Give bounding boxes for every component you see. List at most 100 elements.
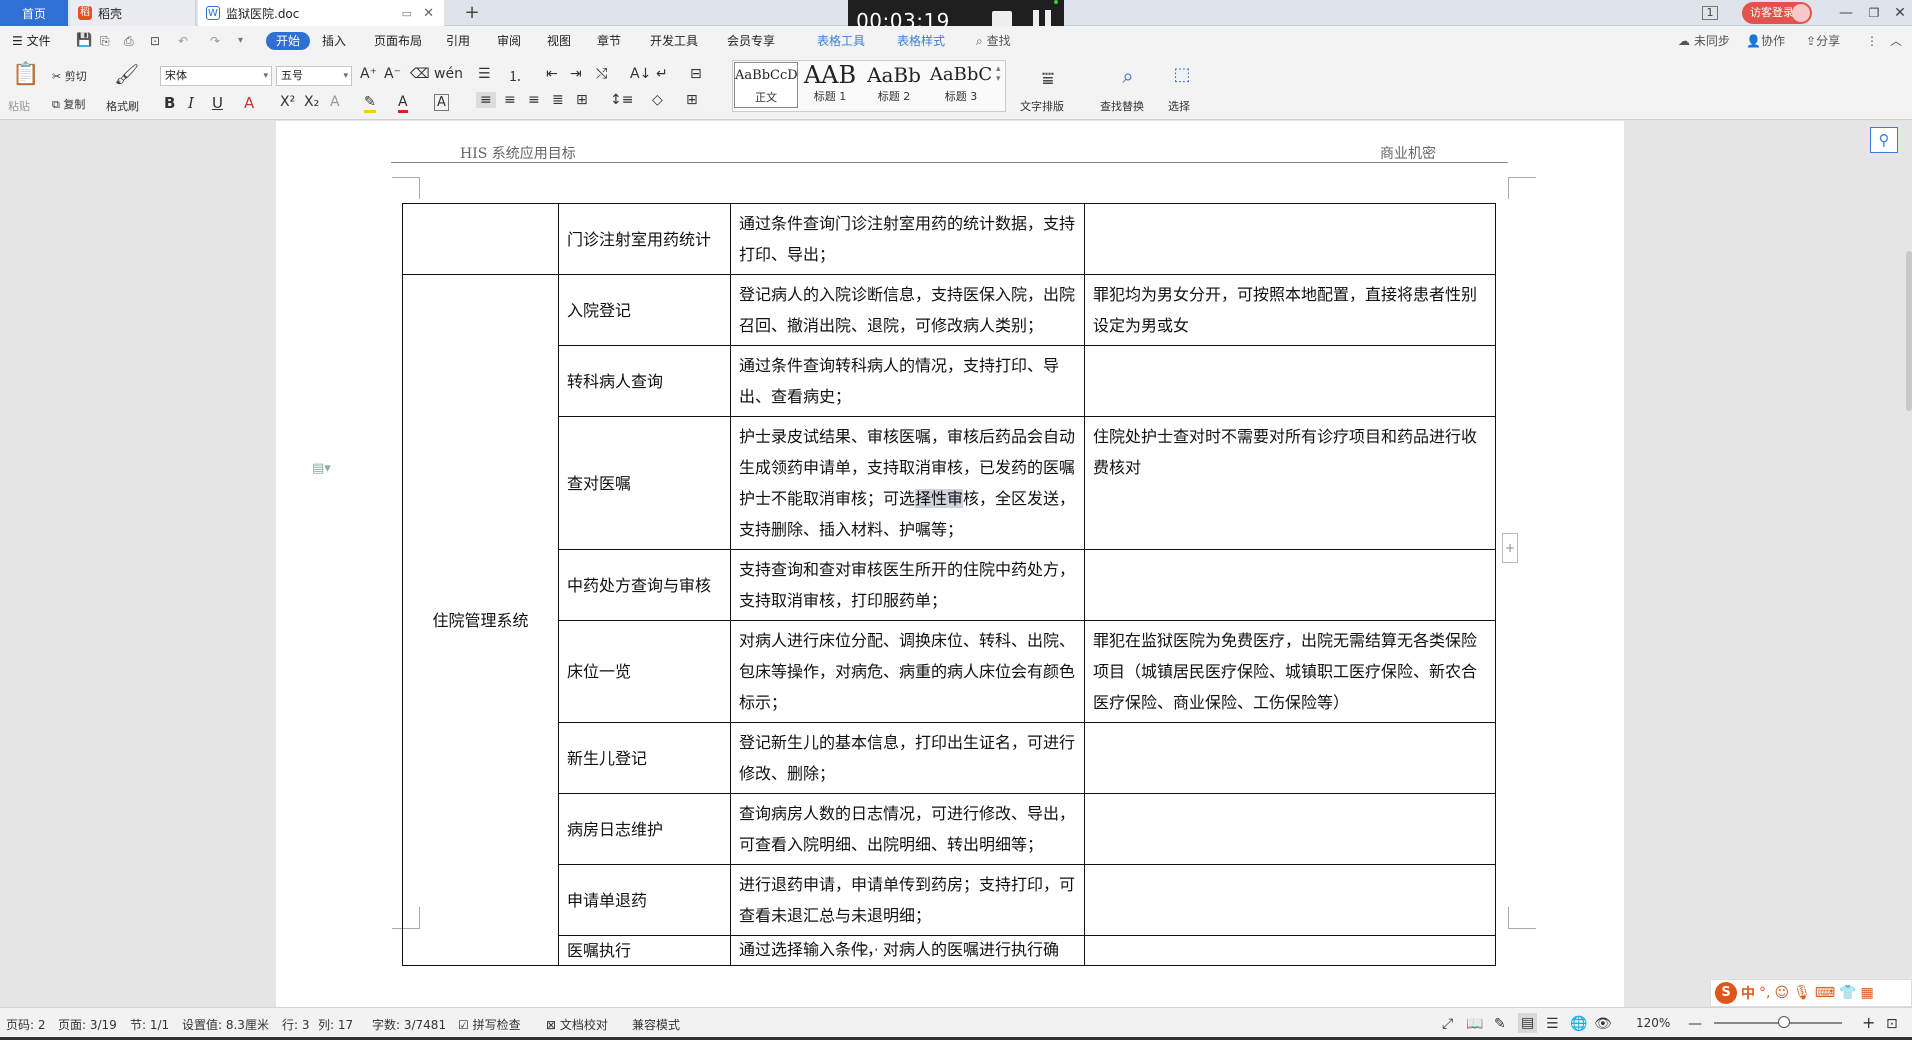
table-cell[interactable] <box>1084 203 1496 275</box>
font-color-icon[interactable]: A <box>398 94 408 113</box>
table-cell[interactable]: 对病人进行床位分配、调换床位、转科、出院、包床等操作，对病危、病重的病人床位会有… <box>730 620 1085 723</box>
add-column-button[interactable]: + <box>1502 533 1518 563</box>
align-right-icon[interactable]: ≡ <box>528 92 540 108</box>
copy-button[interactable]: ⧉ 复制 <box>52 96 85 112</box>
save-icon[interactable]: 💾 <box>76 32 92 50</box>
table-cell[interactable]: 登记新生儿的基本信息，打印出生证名，可进行修改、删除； <box>730 722 1085 794</box>
minimize-icon[interactable]: — <box>1836 3 1856 23</box>
table-cell[interactable]: 通过条件查询转科病人的情况，支持打印、导出、查看病史； <box>730 345 1085 417</box>
find-replace-label[interactable]: 查找替换 <box>1100 98 1144 114</box>
paragraph-handle-icon[interactable]: ▤▾ <box>312 461 331 476</box>
superscript-icon[interactable]: X² <box>280 94 295 110</box>
table-cell[interactable]: 床位一览 <box>558 620 731 723</box>
document-page[interactable]: HIS 系统应用目标 商业机密 ▤▾ 门诊注射室用药统计 通过条件查询门诊注射室… <box>276 121 1624 1007</box>
tab-document[interactable]: W 监狱医院.doc ▭ ✕ <box>198 0 444 26</box>
text-effect-icon[interactable]: A <box>330 94 340 110</box>
reading-mode-icon[interactable]: 📖 <box>1466 1016 1483 1032</box>
grow-font-icon[interactable]: A⁺ <box>360 66 377 82</box>
tab-view[interactable]: 视图 <box>547 32 571 50</box>
quick-access-dropdown-icon[interactable]: ▾ <box>238 32 243 50</box>
table-cell[interactable] <box>1084 722 1496 794</box>
page-view-icon[interactable]: ▤ <box>1518 1013 1538 1033</box>
zoom-slider-knob[interactable] <box>1778 1016 1790 1028</box>
table-cell[interactable]: 登记病人的入院诊断信息，支持医保入院，出院召回、撤消出院、退院，可修改病人类别； <box>730 274 1085 346</box>
spell-check-button[interactable]: ☑ 拼写检查 <box>458 1016 521 1033</box>
vertical-scrollbar[interactable] <box>1906 251 1912 411</box>
table-cell[interactable] <box>1084 793 1496 865</box>
fit-page-icon[interactable]: ⊡ <box>1886 1016 1898 1032</box>
font-size-select[interactable]: 五号 <box>276 66 352 86</box>
fullscreen-icon[interactable]: ⤢ <box>1442 1016 1453 1032</box>
format-painter-label[interactable]: 格式刷 <box>106 98 139 114</box>
table-cell[interactable]: 罪犯均为男女分开，可按照本地配置，直接将患者性别设定为男或女 <box>1084 274 1496 346</box>
collab-button[interactable]: 👤协作 <box>1746 32 1785 50</box>
clear-format-icon[interactable]: ⌫ <box>410 66 430 82</box>
style-scroll-icon[interactable]: ▴ ▾ <box>996 64 1001 84</box>
close-window-icon[interactable]: ✕ <box>1890 3 1910 23</box>
table-cell[interactable]: 转科病人查询 <box>558 345 731 417</box>
table-cell[interactable]: 护士录皮试结果、审核医嘱，审核后药品会自动生成领药申请单，支持取消审核，已发药的… <box>730 416 1085 550</box>
tab-page-layout[interactable]: 页面布局 <box>374 32 422 50</box>
keyboard-icon[interactable]: ⌨ <box>1815 985 1835 1001</box>
status-words[interactable]: 字数: 3/7481 <box>372 1016 446 1033</box>
decrease-indent-icon[interactable]: ⇤ <box>546 66 558 82</box>
table-cell-category[interactable]: 住院管理系统 <box>402 274 559 966</box>
output-icon[interactable]: ⎘ <box>100 32 110 50</box>
table-cell[interactable] <box>1084 345 1496 417</box>
paste-label[interactable]: 粘贴 <box>8 98 30 114</box>
tab-table-tools[interactable]: 表格工具 <box>817 32 865 50</box>
undo-icon[interactable]: ↶ <box>178 32 188 50</box>
eye-protect-icon[interactable]: 👁 <box>1594 1016 1612 1032</box>
subscript-icon[interactable]: X₂ <box>304 94 319 110</box>
table-cell[interactable]: 通过条件查询门诊注射室用药的统计数据，支持打印、导出； <box>730 203 1085 275</box>
search-box[interactable]: ⌕ 查找 <box>976 32 1011 50</box>
paste-icon[interactable]: 📋 <box>12 62 39 87</box>
tab-start[interactable]: 开始 <box>266 32 311 50</box>
tab-review[interactable]: 审阅 <box>497 32 521 50</box>
style-heading-1[interactable]: AAB 标题 1 <box>798 62 862 108</box>
restore-icon[interactable]: ❐ <box>1864 3 1884 23</box>
increase-indent-icon[interactable]: ⇥ <box>570 66 582 82</box>
skin-icon[interactable]: 👕 <box>1839 985 1856 1001</box>
align-center-icon[interactable]: ≡ <box>504 92 516 108</box>
location-pin-icon[interactable]: ⚲ <box>1870 127 1898 153</box>
shrink-font-icon[interactable]: A⁻ <box>384 66 401 82</box>
close-tab-icon[interactable]: ✕ <box>423 6 434 21</box>
emoji-icon[interactable]: ☺ <box>1774 985 1789 1001</box>
ime-language[interactable]: 中 <box>1741 983 1755 1003</box>
table-cell[interactable]: 查对医嘱 <box>558 416 731 550</box>
status-page[interactable]: 页面: 3/19 <box>58 1016 117 1033</box>
window-icon[interactable]: ▭ <box>402 7 412 20</box>
table-cell[interactable]: 查询病房人数的日志情况，可进行修改、导出，可查看入院明细、出院明细、转出明细等； <box>730 793 1085 865</box>
share-button[interactable]: ⇪分享 <box>1806 32 1840 50</box>
zoom-level[interactable]: 120% <box>1636 1016 1670 1030</box>
distribute-icon[interactable]: ⊞ <box>576 92 588 108</box>
window-count-badge[interactable]: 1 <box>1702 6 1718 20</box>
table-cell[interactable] <box>402 203 559 275</box>
cut-button[interactable]: ✂ 剪切 <box>52 68 87 84</box>
table-cell[interactable]: 中药处方查询与审核 <box>558 549 731 621</box>
table-cell[interactable]: 病房日志维护 <box>558 793 731 865</box>
line-spacing-icon[interactable]: ↕≡ <box>610 92 633 108</box>
table-cell[interactable] <box>1084 935 1496 966</box>
preview-icon[interactable]: ⊡ <box>150 32 160 50</box>
print-icon[interactable]: ⎙ <box>124 32 134 50</box>
tab-chapter[interactable]: 章节 <box>597 32 621 50</box>
highlight-icon[interactable]: ✎ <box>364 94 376 113</box>
underline-icon[interactable]: U <box>212 94 223 112</box>
find-icon[interactable]: ⌕ <box>1118 64 1138 88</box>
shading-icon[interactable]: ◇ <box>652 92 663 108</box>
tab-member[interactable]: 会员专享 <box>727 32 775 50</box>
text-layout-label[interactable]: 文字排版 <box>1020 98 1064 114</box>
format-painter-icon[interactable]: 🖌 <box>114 62 139 86</box>
font-name-select[interactable]: 宋体 <box>160 66 272 86</box>
justify-icon[interactable]: ≣ <box>552 92 564 108</box>
punct-icon[interactable]: °, <box>1759 985 1770 1001</box>
table-tab-icon[interactable]: ⊟ <box>690 66 702 82</box>
border-icon[interactable]: ⊞ <box>686 92 698 108</box>
outline-view-icon[interactable]: ☰ <box>1546 1016 1559 1032</box>
table-cell[interactable]: 罪犯在监狱医院为免费医疗，出院无需结算无各类保险项目（城镇居民医疗保险、城镇职工… <box>1084 620 1496 723</box>
tab-table-style[interactable]: 表格样式 <box>897 32 945 50</box>
style-heading-2[interactable]: AaBb 标题 2 <box>862 62 926 108</box>
bold-icon[interactable]: B <box>164 94 175 112</box>
